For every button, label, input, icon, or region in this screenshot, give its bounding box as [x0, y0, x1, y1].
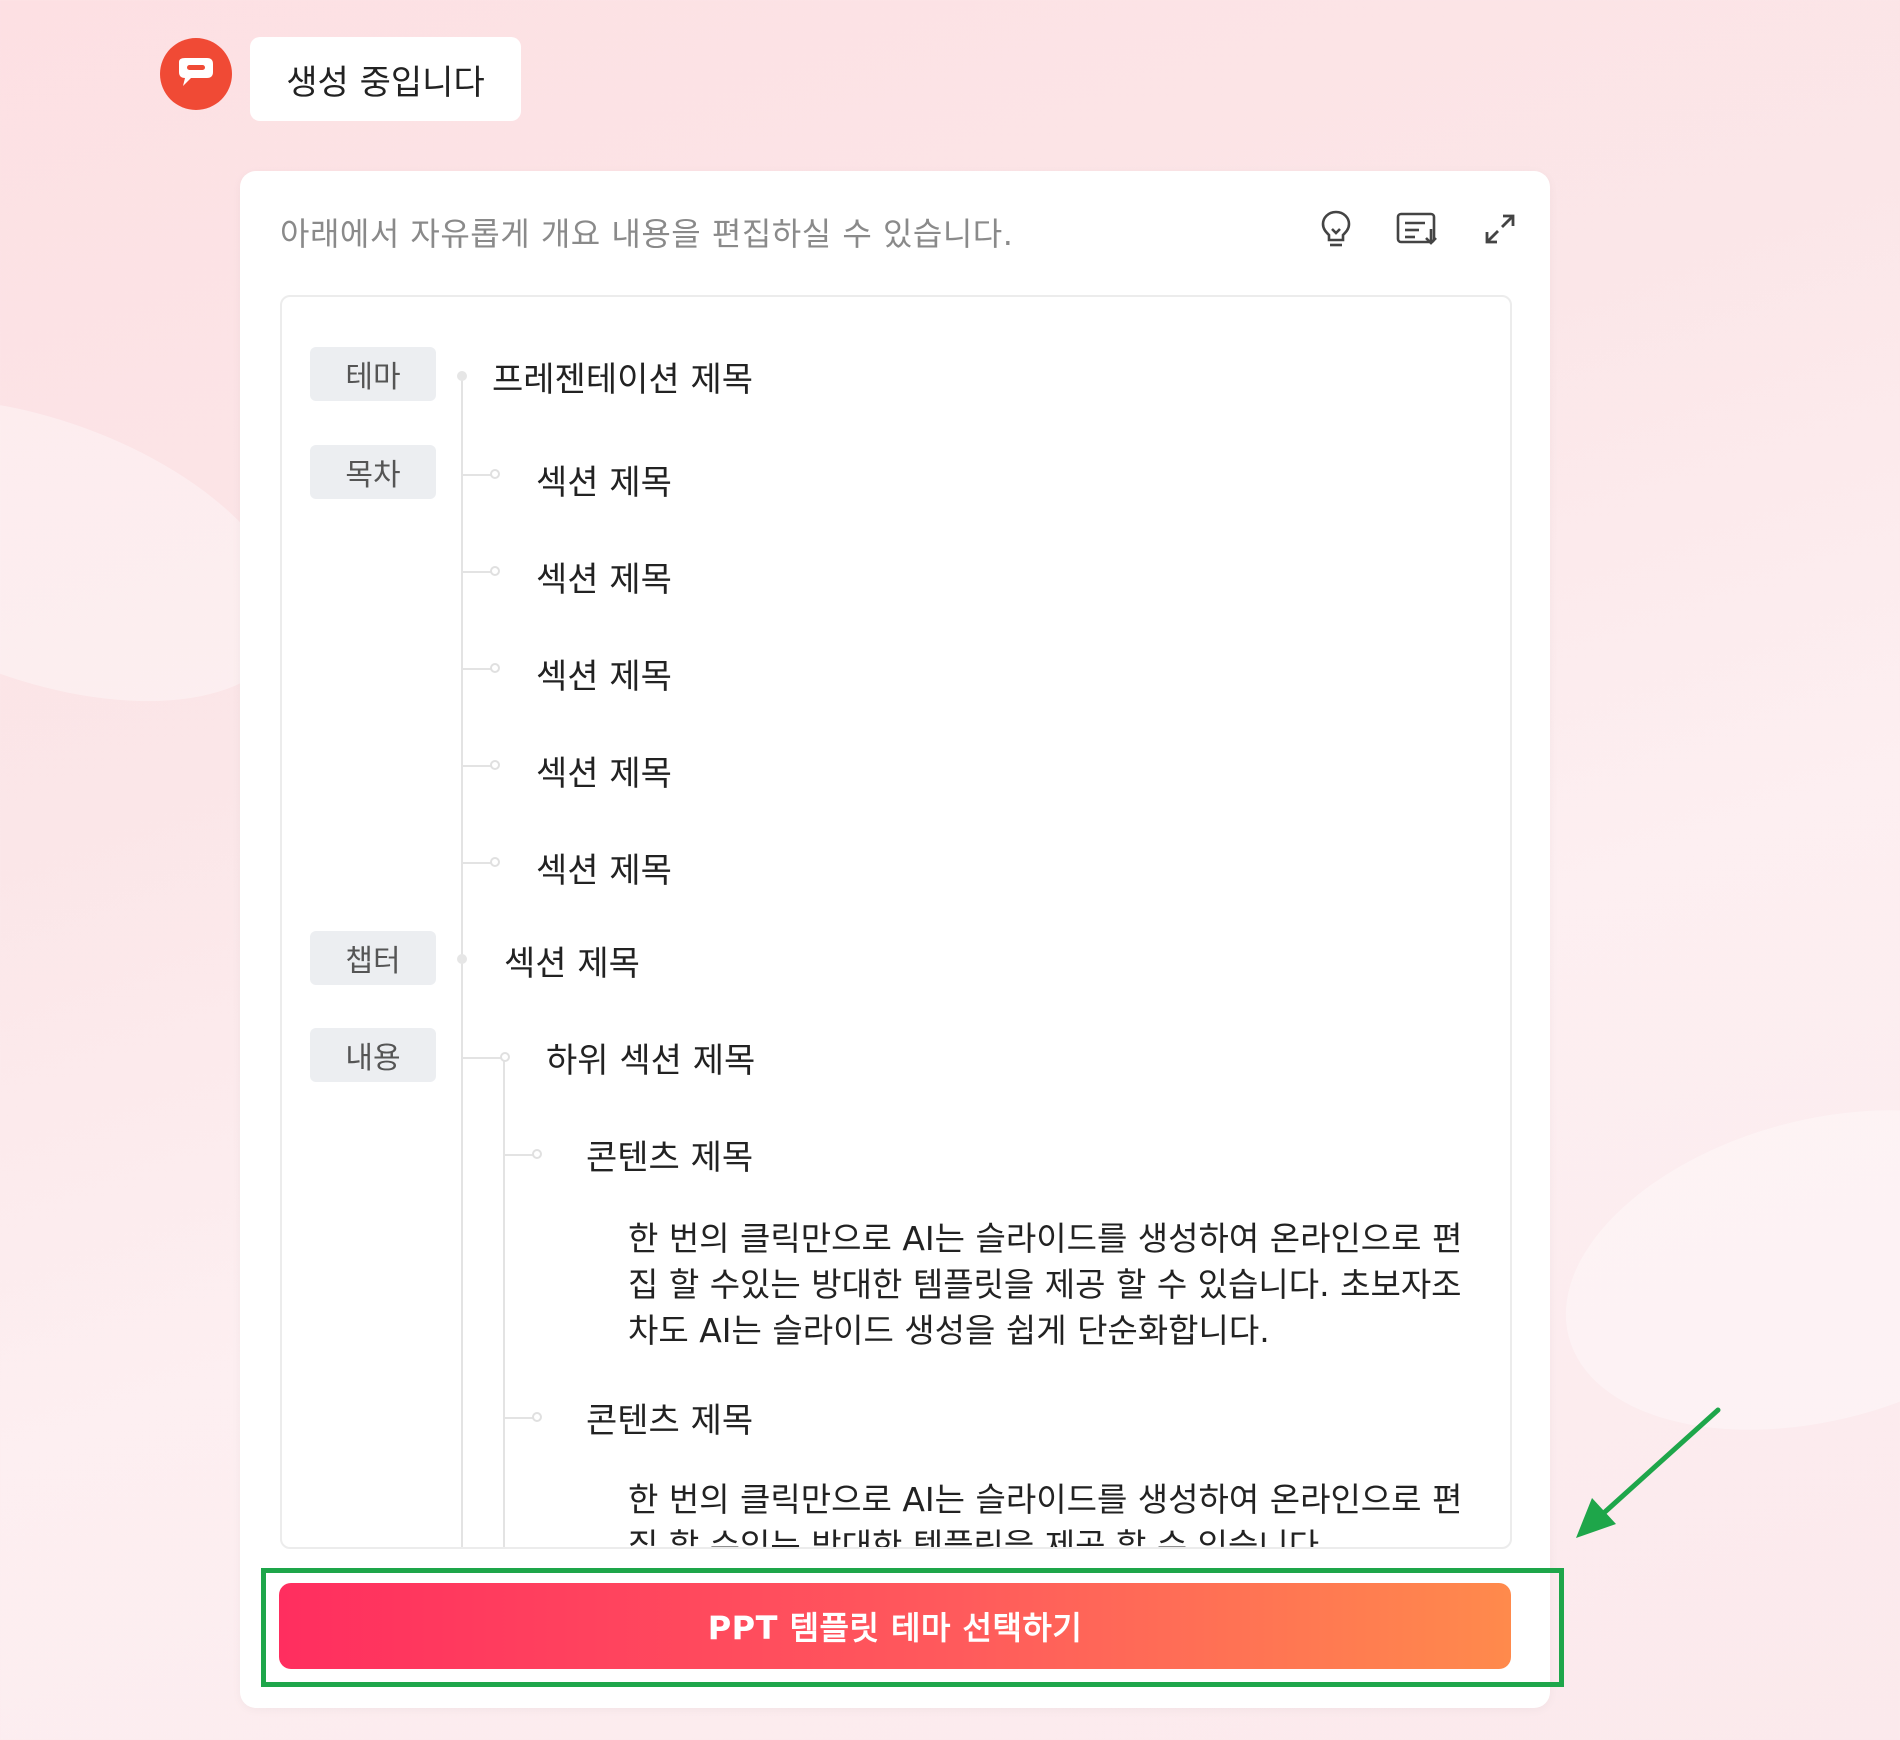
label-content: 내용: [310, 1028, 436, 1082]
tree-node-dot: [490, 857, 500, 867]
tree-node-dot: [532, 1412, 542, 1422]
tree-guide-line: [503, 1057, 505, 1547]
label-theme: 테마: [310, 347, 436, 401]
annotation-arrow-icon: [1576, 1407, 1721, 1538]
status-text: 생성 중입니다: [286, 62, 485, 103]
expand-icon[interactable]: [1474, 203, 1526, 255]
tree-connector: [462, 765, 492, 767]
tree-node-dot: [500, 1052, 510, 1062]
tree-connector: [504, 1154, 534, 1156]
outline-tree: 테마 프레젠테이션 제목 목차 섹션 제목 섹션 제목 섹션 제목 섹션 제목 …: [280, 295, 1512, 1549]
status-message: 생성 중입니다: [250, 37, 521, 121]
chapter-title[interactable]: 섹션 제목: [504, 936, 640, 985]
tree-connector: [504, 1417, 534, 1419]
content-title[interactable]: 콘텐츠 제목: [586, 1393, 753, 1442]
tree-connector: [462, 571, 492, 573]
tree-connector: [462, 668, 492, 670]
tree-node-dot: [490, 760, 500, 770]
tree-guide-line: [461, 379, 463, 1547]
tree-node-dot: [490, 566, 500, 576]
tree-node-dot: [457, 371, 467, 381]
tree-node-dot: [457, 954, 467, 964]
outline-editor-card: 아래에서 자유롭게 개요 내용을 편집하실 수 있습니다. 테마 프레젠테이션 …: [240, 171, 1550, 1708]
assistant-logo-icon: [160, 38, 232, 110]
tree-node-dot: [532, 1149, 542, 1159]
presentation-title[interactable]: 프레젠테이션 제목: [492, 352, 753, 401]
toc-item[interactable]: 섹션 제목: [536, 649, 672, 698]
lightbulb-icon[interactable]: [1310, 203, 1362, 255]
content-body[interactable]: 한 번의 클릭만으로 AI는 슬라이드를 생성하여 온라인으로 편집 할 수있는…: [628, 1216, 1468, 1354]
label-chapter: 챕터: [310, 931, 436, 985]
editor-hint: 아래에서 자유롭게 개요 내용을 편집하실 수 있습니다.: [280, 215, 1014, 253]
subsection-title[interactable]: 하위 섹션 제목: [546, 1033, 755, 1082]
tree-node-dot: [490, 469, 500, 479]
tree-node-dot: [490, 663, 500, 673]
tree-connector: [462, 1057, 504, 1059]
toc-item[interactable]: 섹션 제목: [536, 455, 672, 504]
toc-item[interactable]: 섹션 제목: [536, 843, 672, 892]
toc-item[interactable]: 섹션 제목: [536, 746, 672, 795]
label-toc: 목차: [310, 445, 436, 499]
toc-item[interactable]: 섹션 제목: [536, 552, 672, 601]
content-title[interactable]: 콘텐츠 제목: [586, 1130, 753, 1179]
select-template-theme-button[interactable]: PPT 템플릿 테마 선택하기: [279, 1583, 1511, 1669]
tree-connector: [462, 862, 492, 864]
import-list-icon[interactable]: [1392, 203, 1444, 255]
tree-connector: [462, 474, 492, 476]
content-body[interactable]: 한 번의 클릭만으로 AI는 슬라이드를 생성하여 온라인으로 편집 할 수있는…: [628, 1477, 1468, 1547]
